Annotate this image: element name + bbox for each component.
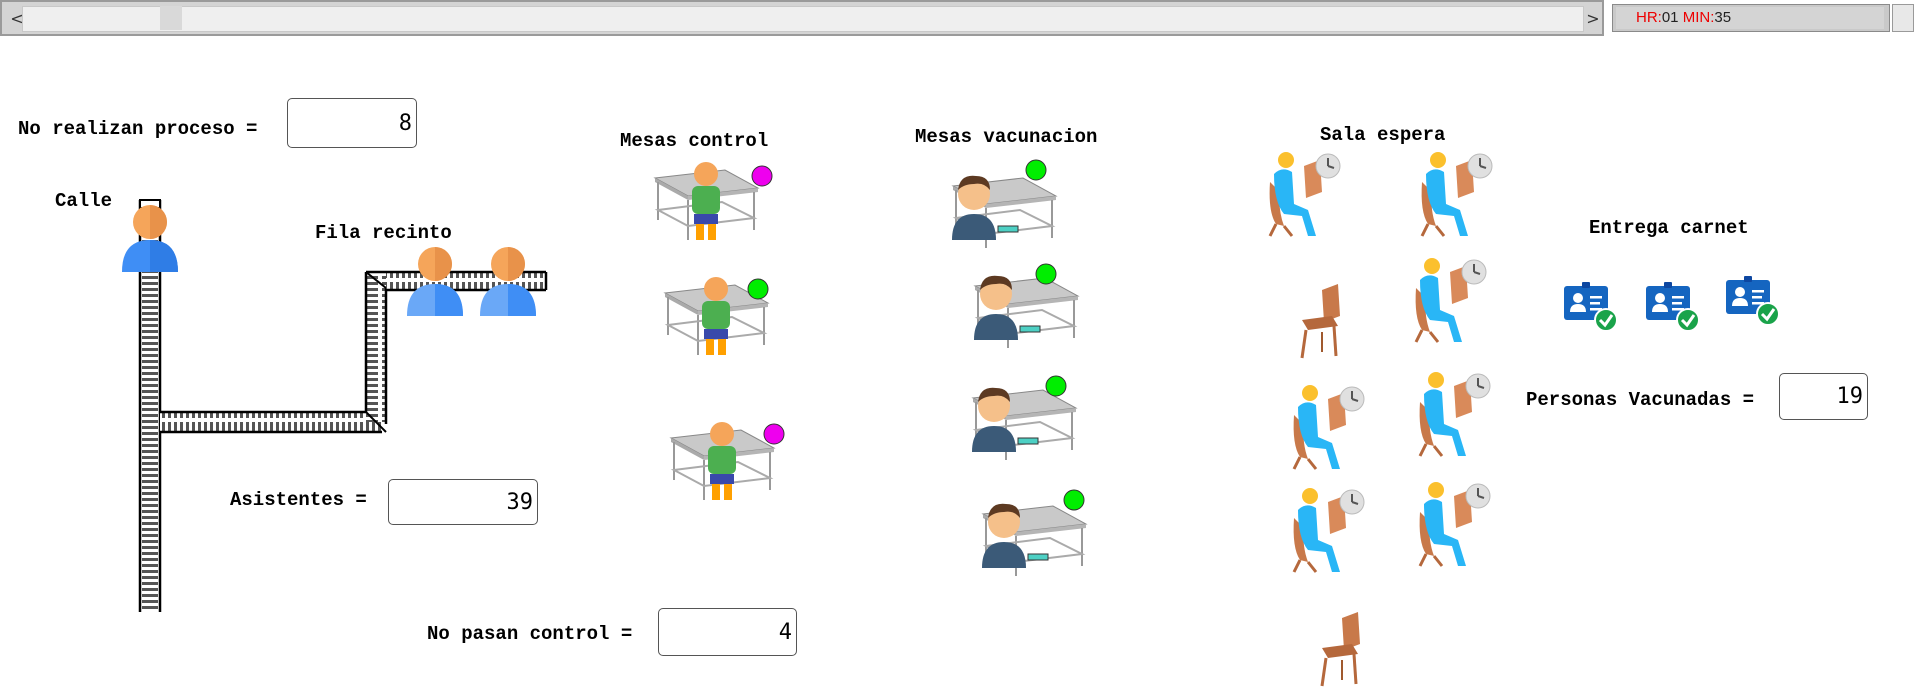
occupied-seat-icon <box>1418 482 1491 567</box>
carnet-icon <box>1726 276 1780 326</box>
occupied-seat-icon <box>1292 488 1365 573</box>
occupied-seat-icon <box>1414 258 1487 343</box>
empty-seat-icon <box>1320 612 1360 687</box>
occupied-seat-icon <box>1292 385 1365 470</box>
person-icon <box>122 199 178 272</box>
control-table <box>653 162 760 240</box>
fila-horizontal-track <box>160 410 382 434</box>
control-table-status-indicator <box>747 278 769 300</box>
carnet-icon <box>1646 282 1700 332</box>
occupied-seat-icon <box>1420 152 1493 237</box>
carnet-icon <box>1564 282 1618 332</box>
vaccination-table-status-indicator <box>1045 375 1067 397</box>
queue-tracks <box>138 200 548 612</box>
vaccination-table-status-indicator <box>1025 159 1047 181</box>
person-icon <box>480 247 536 316</box>
occupied-seat-icon <box>1268 152 1341 237</box>
control-table-status-indicator <box>763 423 785 445</box>
vaccination-table-status-indicator <box>1063 489 1085 511</box>
empty-seat-icon <box>1300 284 1340 359</box>
fila-vertical-track <box>364 271 388 433</box>
occupied-seat-icon <box>1418 372 1491 457</box>
vaccination-table <box>973 275 1080 348</box>
control-table-status-indicator <box>751 165 773 187</box>
vaccination-table-status-indicator <box>1035 263 1057 285</box>
person-icon <box>407 247 463 316</box>
